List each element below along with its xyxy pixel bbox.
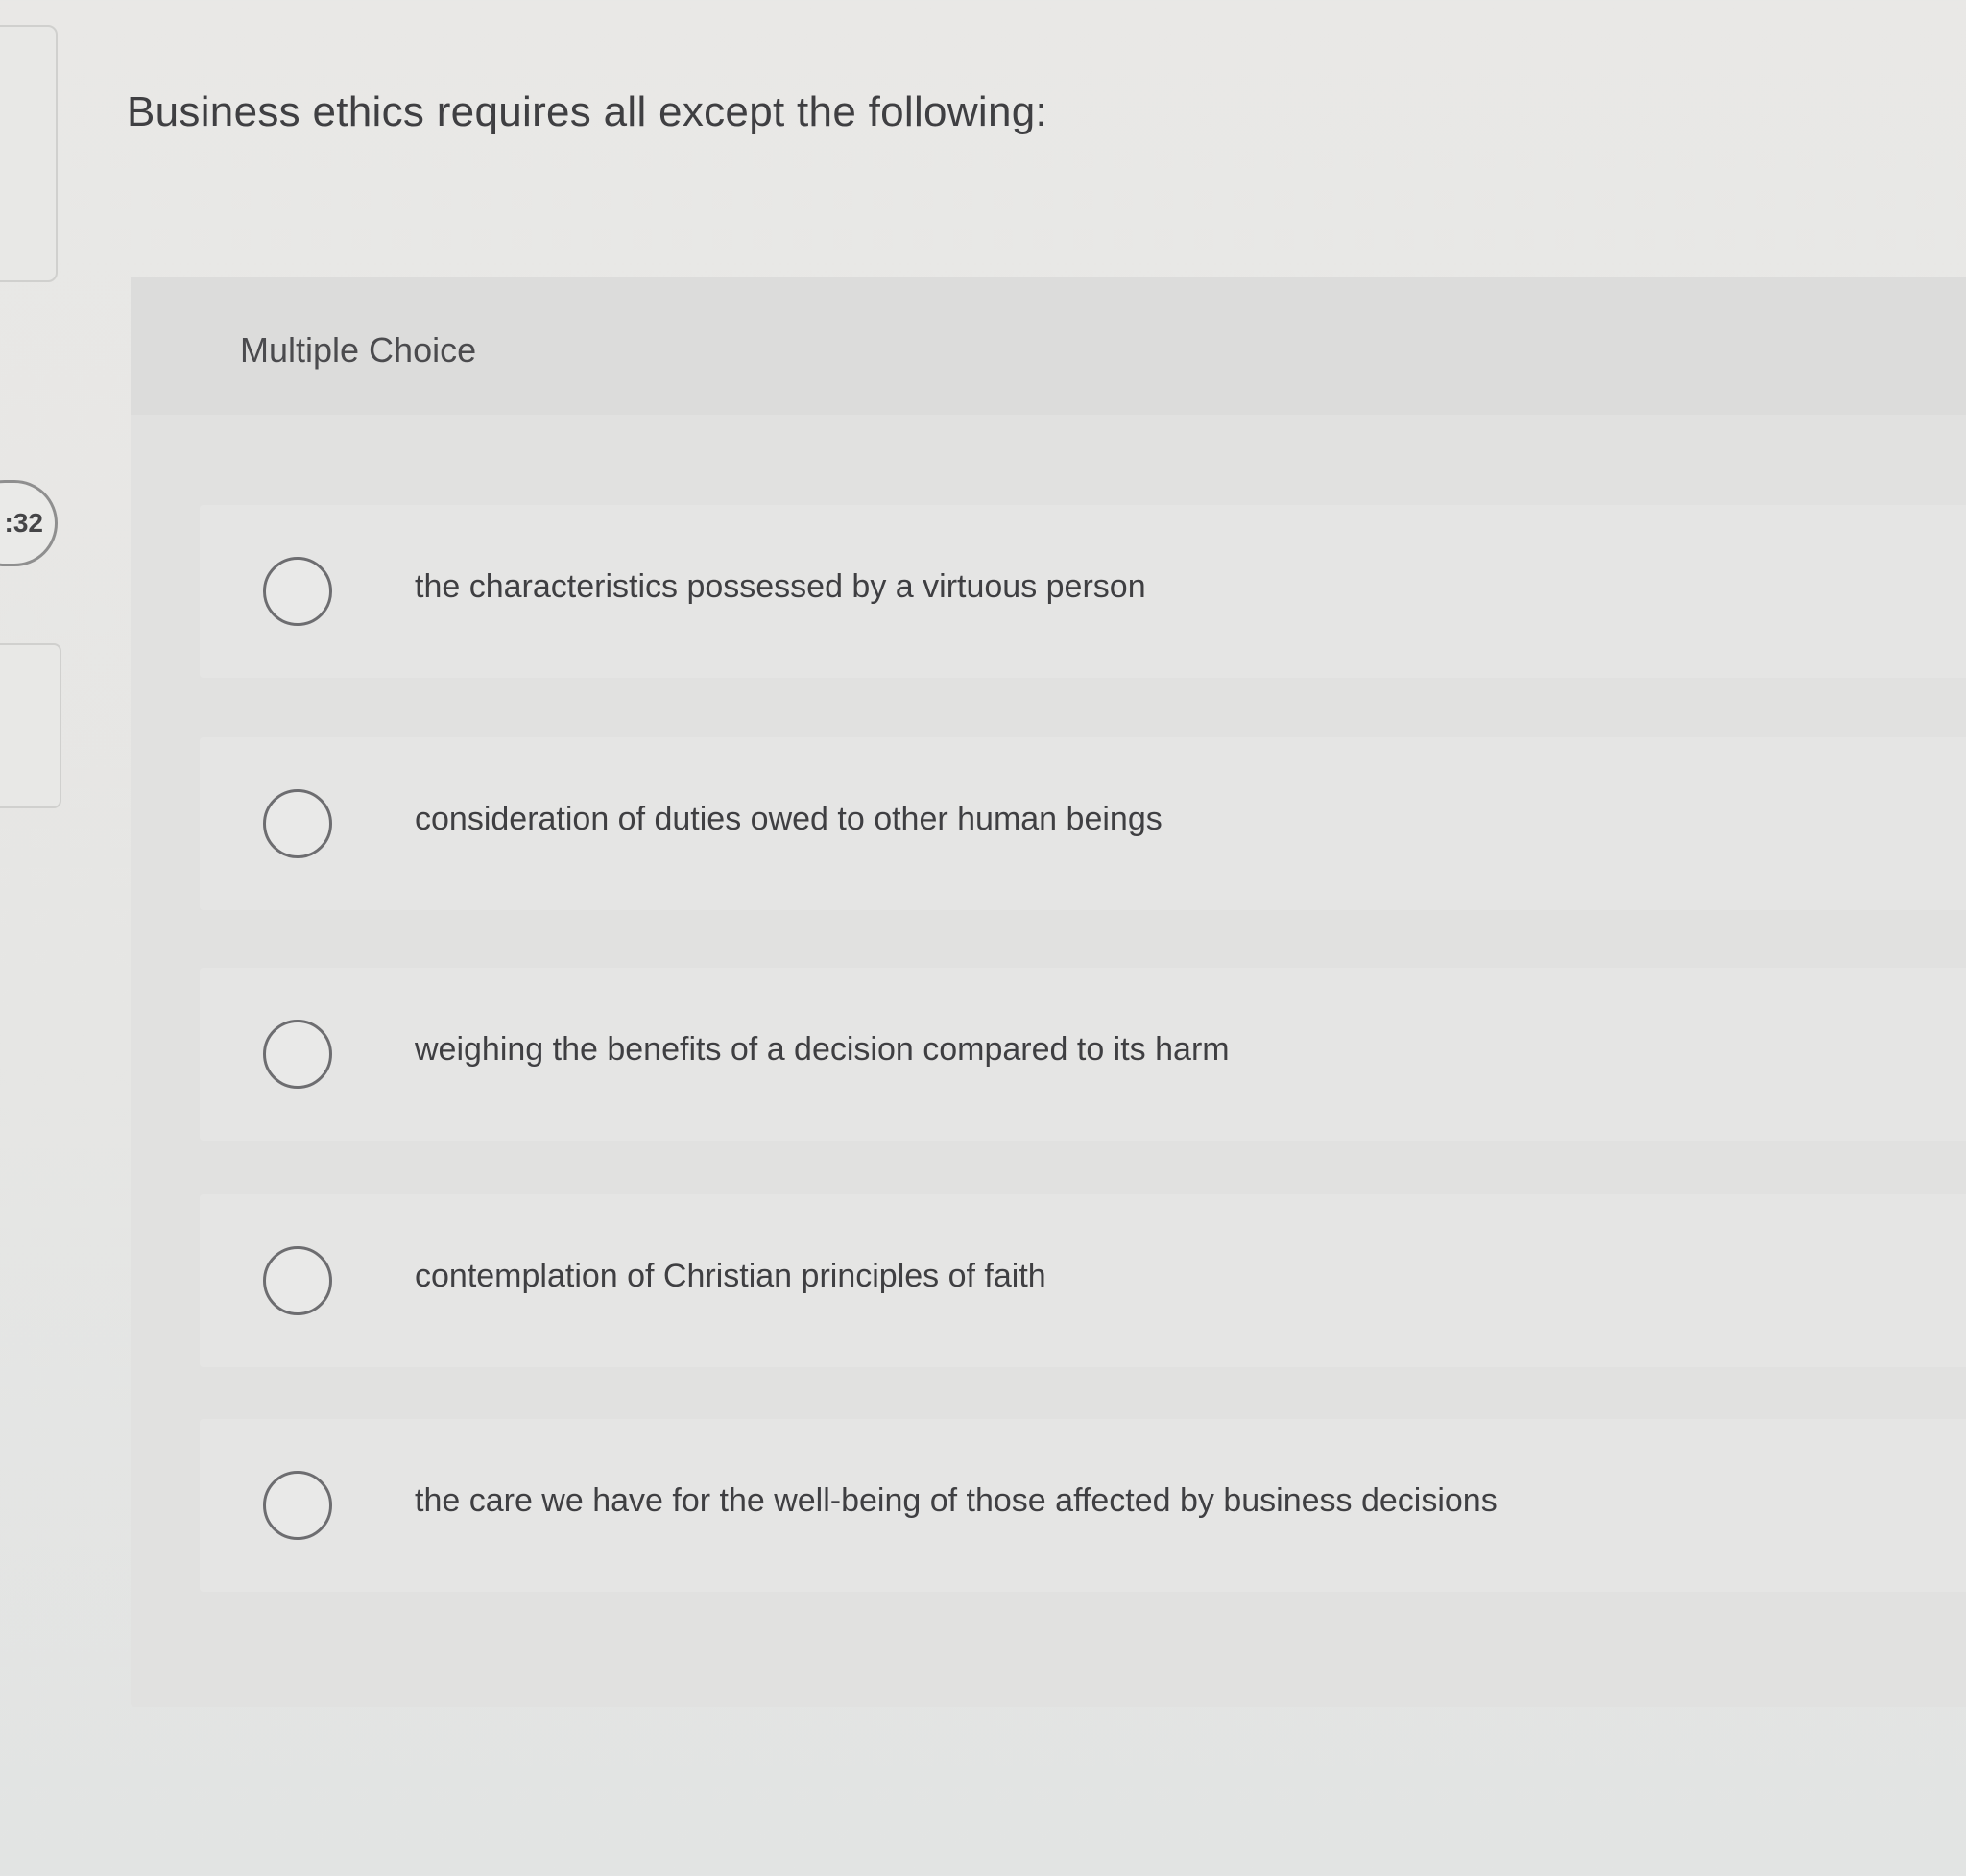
answer-option-5[interactable]: the care we have for the well-being of t… [200,1419,1966,1592]
answer-option-4[interactable]: contemplation of Christian principles of… [200,1194,1966,1367]
question-panel: Multiple Choice the characteristics poss… [131,277,1966,1707]
answer-option-label: weighing the benefits of a decision comp… [415,1031,1230,1068]
answer-option-label: the care we have for the well-being of t… [415,1482,1498,1519]
timer-text: :32 [4,508,43,538]
timer-badge: :32 [0,480,58,566]
side-panel-card [0,25,58,282]
side-panel-card-secondary [0,643,61,808]
radio-button[interactable] [263,1020,332,1089]
answer-option-label: consideration of duties owed to other hu… [415,801,1163,837]
answer-option-label: the characteristics possessed by a virtu… [415,568,1146,605]
question-type-label: Multiple Choice [240,330,477,370]
radio-button[interactable] [263,789,332,858]
radio-button[interactable] [263,1246,332,1315]
question-type-header: Multiple Choice [131,277,1966,415]
answer-option-2[interactable]: consideration of duties owed to other hu… [200,737,1966,910]
radio-button[interactable] [263,557,332,626]
answer-option-3[interactable]: weighing the benefits of a decision comp… [200,968,1966,1141]
answer-option-1[interactable]: the characteristics possessed by a virtu… [200,505,1966,678]
question-prompt: Business ethics requires all except the … [127,88,1048,135]
radio-button[interactable] [263,1471,332,1540]
answer-option-label: contemplation of Christian principles of… [415,1258,1046,1294]
